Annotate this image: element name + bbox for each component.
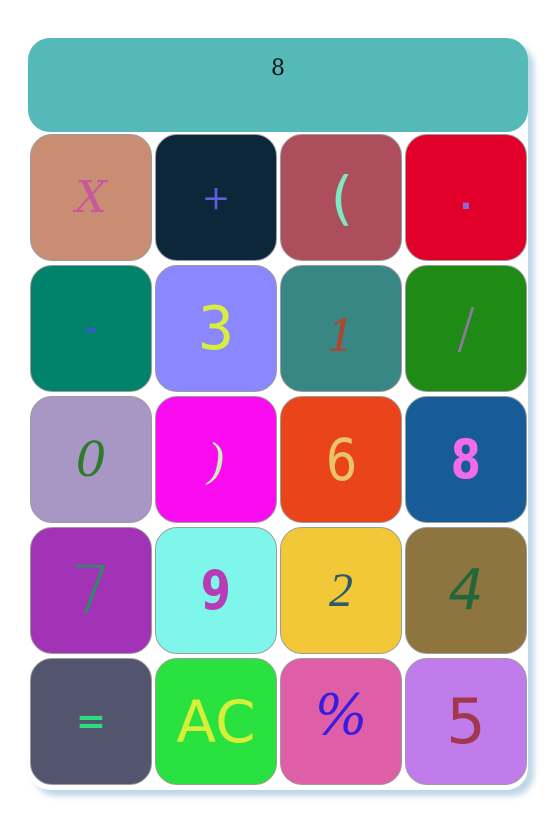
subtract-button[interactable]: - (30, 265, 152, 392)
calculator: 8 X + ( . - 3 1 / 0 ) 6 8 7 9 2 4 = AC %… (28, 38, 528, 790)
digit-0-button-label: 0 (75, 431, 107, 488)
digit-4-button-label: 4 (448, 557, 484, 623)
equals-button[interactable]: = (30, 658, 152, 785)
digit-5-button-label: 5 (446, 684, 486, 758)
display-panel: 8 (28, 38, 528, 132)
digit-3-button[interactable]: 3 (155, 265, 277, 392)
digit-0-button[interactable]: 0 (30, 396, 152, 523)
decimal-point-button[interactable]: . (405, 134, 527, 261)
digit-9-button[interactable]: 9 (155, 527, 277, 654)
equals-button-label: = (75, 700, 107, 742)
digit-4-button[interactable]: 4 (405, 527, 527, 654)
percent-button-label: % (314, 682, 368, 748)
digit-6-button-label: 6 (325, 425, 357, 494)
open-paren-button[interactable]: ( (280, 134, 402, 261)
digit-9-button-label: 9 (200, 558, 232, 622)
digit-1-button[interactable]: 1 (280, 265, 402, 392)
digit-2-button[interactable]: 2 (280, 527, 402, 654)
digit-2-button-label: 2 (329, 563, 353, 617)
digit-1-button-label: 1 (327, 310, 355, 362)
digit-7-button[interactable]: 7 (30, 527, 152, 654)
multiply-button[interactable]: X (30, 134, 152, 261)
divide-button[interactable]: / (405, 265, 527, 392)
all-clear-button[interactable]: AC (155, 658, 277, 785)
keypad: X + ( . - 3 1 / 0 ) 6 8 7 9 2 4 = AC % 5 (28, 134, 528, 790)
digit-3-button-label: 3 (197, 293, 235, 364)
display-value: 8 (271, 56, 285, 81)
all-clear-button-label: AC (176, 687, 256, 756)
multiply-button-label: X (75, 171, 107, 223)
digit-7-button-label: 7 (70, 551, 112, 629)
close-paren-button[interactable]: ) (155, 396, 277, 523)
digit-8-button-label: 8 (450, 427, 482, 491)
add-button-label: + (201, 177, 231, 218)
digit-8-button[interactable]: 8 (405, 396, 527, 523)
close-paren-button-label: ) (208, 432, 224, 486)
subtract-button-label: - (83, 308, 99, 349)
digit-5-button[interactable]: 5 (405, 658, 527, 785)
divide-button-label: / (456, 296, 476, 360)
percent-button[interactable]: % (280, 658, 402, 785)
digit-6-button[interactable]: 6 (280, 396, 402, 523)
decimal-point-button-label: . (459, 177, 473, 218)
add-button[interactable]: + (155, 134, 277, 261)
open-paren-button-label: ( (323, 163, 359, 232)
